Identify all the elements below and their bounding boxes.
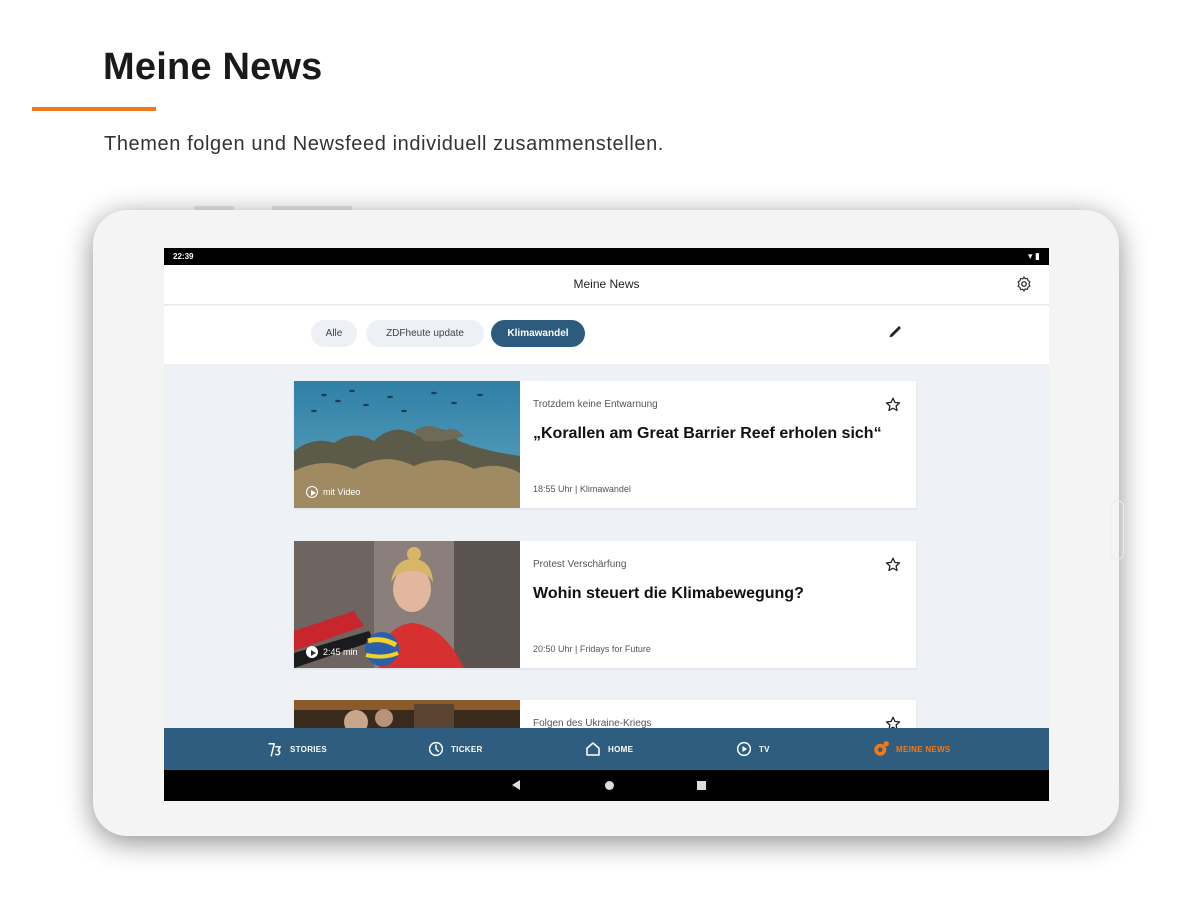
recents-button[interactable] [697,781,706,790]
system-navigation-bar [164,770,1049,801]
clock-icon [428,741,444,757]
promo-accent-bar [32,107,156,111]
app-bar: Meine News [164,265,1049,305]
media-badge: 2:45 min [306,646,358,658]
promo-subtitle: Themen folgen und Newsfeed individuell z… [104,133,664,155]
status-time: 22:39 [173,252,194,261]
article-thumbnail: mit Video [294,381,520,508]
media-badge-label: mit Video [323,487,361,497]
status-system-icons: ▾ ▮ [1028,251,1040,261]
gear-icon[interactable] [1015,275,1033,293]
article-kicker: Protest Verschärfung [533,559,627,570]
article-card[interactable]: Folgen des Ukraine-Kriegs [294,700,916,728]
nav-label: MEINE NEWS [896,744,951,754]
back-button[interactable] [512,780,520,790]
play-icon [306,646,318,658]
chip-alle[interactable]: Alle [311,320,357,347]
bottom-navigation: STORIES TICKER HOME TV MEINE NEWS [164,728,1049,770]
star-icon[interactable] [884,556,902,574]
article-card[interactable]: 2:45 min Protest Verschärfung Wohin steu… [294,541,916,668]
promo-title: Meine News [103,46,323,88]
article-headline[interactable]: „Korallen am Great Barrier Reef erholen … [533,421,883,446]
article-meta: 20:50 Uhr | Fridays for Future [533,644,651,654]
chip-klimawandel[interactable]: Klimawandel [491,320,585,347]
media-badge: mit Video [306,486,360,498]
pencil-icon[interactable] [887,324,903,340]
nav-stories[interactable]: STORIES [266,728,327,770]
article-thumbnail [294,700,520,728]
stories-icon [268,743,281,757]
article-thumbnail: 2:45 min [294,541,520,668]
play-circle-icon [736,741,752,757]
nav-label: STORIES [290,744,328,754]
home-button[interactable] [605,781,614,790]
meine-news-icon [874,741,889,756]
nav-label: HOME [608,744,634,754]
chip-zdfheute-update[interactable]: ZDFheute update [366,320,484,347]
nav-meine-news[interactable]: MEINE NEWS [872,728,951,770]
article-kicker: Trotzdem keine Entwarnung [533,399,658,410]
star-icon[interactable] [884,715,902,728]
tablet-screen: 22:39 ▾ ▮ Meine News Alle ZDFheute updat… [164,248,1049,801]
house-icon [586,742,600,756]
star-icon[interactable] [884,396,902,414]
nav-ticker[interactable]: TICKER [427,728,483,770]
app-bar-title: Meine News [573,277,640,291]
news-feed: mit Video Trotzdem keine Entwarnung „Kor… [164,364,1049,728]
nav-tv[interactable]: TV [735,728,770,770]
media-badge-label: 2:45 min [323,647,358,657]
article-headline[interactable]: Wohin steuert die Klimabewegung? [533,581,883,606]
nav-label: TICKER [451,744,483,754]
nav-label: TV [759,744,770,754]
article-card[interactable]: mit Video Trotzdem keine Entwarnung „Kor… [294,381,916,508]
people-image [294,700,520,728]
nav-home[interactable]: HOME [584,728,633,770]
article-meta: 18:55 Uhr | Klimawandel [533,484,631,494]
article-kicker: Folgen des Ukraine-Kriegs [533,718,652,728]
tablet-side-button [1110,500,1124,560]
status-bar: 22:39 ▾ ▮ [164,248,1049,265]
play-icon [306,486,318,498]
filter-chip-bar: Alle ZDFheute update Klimawandel [164,306,1049,364]
